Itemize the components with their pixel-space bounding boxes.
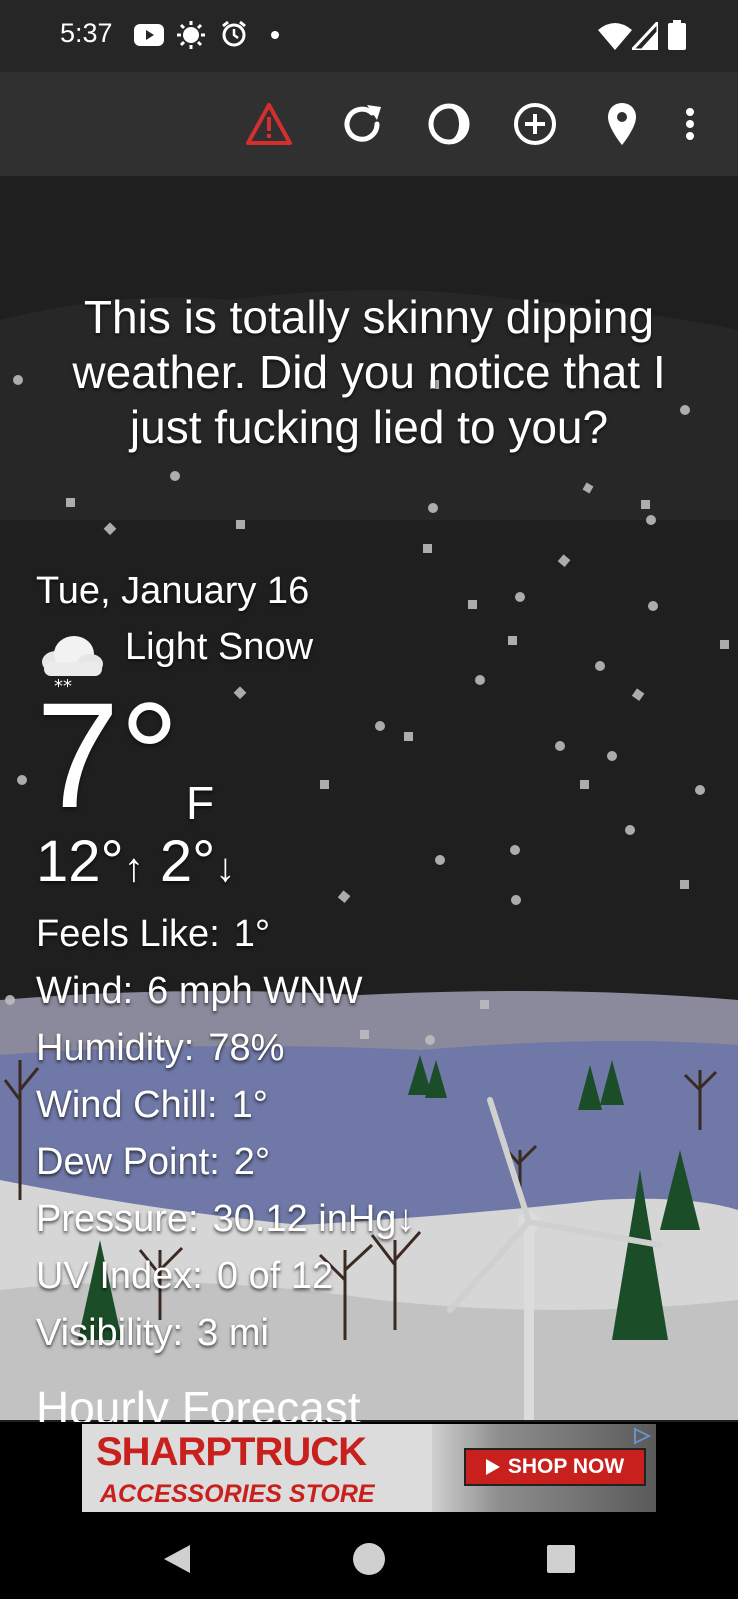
detail-label: Dew Point: <box>36 1141 220 1183</box>
detail-wind: Wind: 6 mph WNW <box>36 963 415 1020</box>
navigation-bar <box>0 1516 738 1599</box>
low-temperature: 2° <box>159 829 216 894</box>
forecast-date: Tue, January 16 <box>36 570 310 612</box>
detail-value: 3 mi <box>197 1312 269 1354</box>
detail-label: Feels Like: <box>36 913 220 955</box>
notification-dot-icon <box>271 31 279 39</box>
shop-now-button[interactable]: SHOP NOW <box>464 1448 646 1486</box>
detail-value: 30.12 inHg↓ <box>212 1198 416 1240</box>
theme-button[interactable] <box>421 96 477 152</box>
location-pin-icon <box>608 103 636 145</box>
detail-value: 6 mph WNW <box>147 970 363 1012</box>
refresh-button[interactable] <box>334 96 390 152</box>
ad-subtitle: ACCESSORIES STORE <box>100 1480 375 1508</box>
detail-label: Wind: <box>36 970 134 1012</box>
alarm-icon <box>222 20 246 47</box>
condition-text: Light Snow <box>125 626 314 668</box>
cell-signal-icon <box>632 22 658 50</box>
ad-banner[interactable]: SHARPTRUCK ACCESSORIES STORE SHOP NOW <box>82 1424 656 1512</box>
status-bar: 5:37 <box>0 0 738 72</box>
high-temperature: 12° <box>36 829 124 894</box>
detail-label: Pressure: <box>36 1198 199 1240</box>
add-location-button[interactable] <box>507 96 563 152</box>
high-low-temperature: 12°↑ 2°↓ <box>36 830 235 900</box>
more-options-button[interactable] <box>670 96 710 152</box>
play-icon <box>485 1459 500 1475</box>
detail-value: 1° <box>233 913 271 955</box>
shop-now-label: SHOP NOW <box>507 1455 625 1478</box>
detail-label: Visibility: <box>36 1312 184 1354</box>
toolbar <box>0 72 738 176</box>
recents-button[interactable] <box>536 1534 586 1584</box>
weather-quote: This is totally skinny dipping weather. … <box>72 291 666 453</box>
detail-feels-like: Feels Like: 1° <box>36 906 415 963</box>
detail-label: Humidity: <box>36 1027 195 1069</box>
detail-label: Wind Chill: <box>36 1084 218 1126</box>
ad-choices-icon[interactable] <box>632 1427 652 1445</box>
down-arrow-icon: ↓ <box>215 846 236 890</box>
detail-label: UV Index: <box>36 1255 203 1297</box>
brightness-icon <box>177 21 205 49</box>
hourly-forecast-heading[interactable]: Hourly Forecast <box>36 1388 361 1422</box>
detail-humidity: Humidity: 78% <box>36 1020 415 1077</box>
ad-brand: SHARPTRUCK <box>96 1430 367 1474</box>
detail-pressure: Pressure: 30.12 inHg↓ <box>36 1191 415 1248</box>
battery-icon <box>668 20 686 50</box>
up-arrow-icon: ↑ <box>123 846 144 890</box>
detail-value: 1° <box>231 1084 268 1126</box>
detail-value: 78% <box>208 1027 285 1069</box>
status-time: 5:37 <box>60 18 113 48</box>
detail-value: 2° <box>233 1141 271 1183</box>
detail-wind-chill: Wind Chill: 1° <box>36 1077 415 1134</box>
refresh-icon <box>344 105 381 142</box>
alert-button[interactable] <box>241 96 297 152</box>
youtube-icon <box>134 24 164 46</box>
back-icon <box>164 1545 190 1573</box>
detail-visibility: Visibility: 3 mi <box>36 1305 415 1362</box>
home-icon <box>353 1543 385 1575</box>
detail-dew-point: Dew Point: 2° <box>36 1134 415 1191</box>
add-location-icon <box>514 103 556 145</box>
detail-value: 0 of 12 <box>216 1255 334 1297</box>
temperature-unit: F <box>186 777 215 829</box>
recents-icon <box>547 1545 575 1573</box>
weather-details: Feels Like: 1° Wind: 6 mph WNW Humidity: 78… <box>36 906 415 1362</box>
theme-icon <box>428 103 470 145</box>
alert-icon <box>246 103 292 145</box>
location-button[interactable] <box>594 96 650 152</box>
detail-uv-index: UV Index: 0 of 12 <box>36 1248 415 1305</box>
current-temperature: 7° <box>36 671 180 839</box>
home-button[interactable] <box>344 1534 394 1584</box>
wifi-icon <box>598 23 632 50</box>
more-icon <box>686 108 694 140</box>
back-button[interactable] <box>152 1534 202 1584</box>
